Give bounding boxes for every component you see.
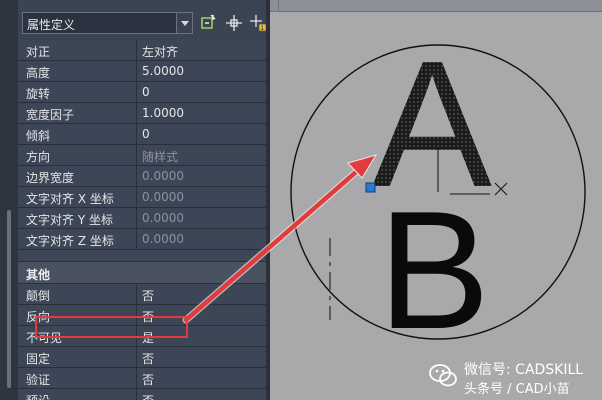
grip-handle[interactable] (365, 182, 376, 193)
drawing-canvas[interactable]: A B (0, 0, 602, 400)
annotation-arrow (182, 154, 378, 324)
watermark: 微信号: CADSKILL 头条号 / CAD小苗 (428, 357, 602, 397)
highlight-box (35, 316, 188, 338)
watermark-wechat-id: 微信号: CADSKILL (464, 362, 584, 378)
watermark-toutiao-id: 头条号 / CAD小苗 (464, 382, 570, 397)
text-b[interactable]: B (378, 176, 490, 364)
wechat-logo-icon (429, 364, 457, 387)
